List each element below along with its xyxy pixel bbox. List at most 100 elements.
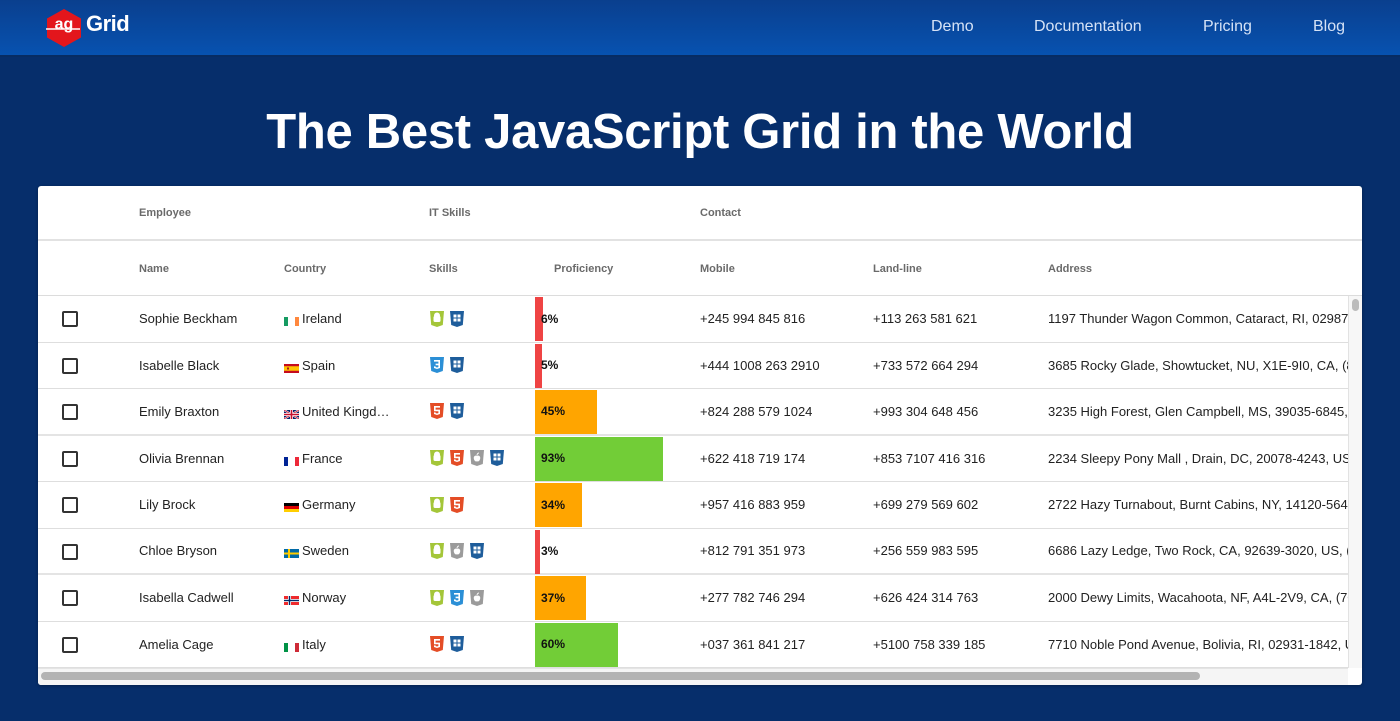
vertical-scrollbar[interactable] xyxy=(1348,296,1362,668)
table-row[interactable]: Amelia Cage Italy 60% +037 361 841 217 +5100… xyxy=(38,621,1348,668)
cell-mobile: +824 288 579 1024 xyxy=(700,403,813,419)
logo-text: Grid xyxy=(86,11,130,36)
row-select-checkbox[interactable] xyxy=(62,636,78,653)
proficiency-value: 93% xyxy=(541,451,566,466)
android-skill-icon xyxy=(429,449,445,467)
column-header-landline[interactable]: Land-line xyxy=(873,243,922,295)
windows-skill-icon xyxy=(469,542,485,560)
nav-link-demo[interactable]: Demo xyxy=(931,18,974,36)
proficiency-value: 45% xyxy=(541,404,566,419)
cell-skills xyxy=(429,436,539,482)
css3-skill-icon xyxy=(429,356,445,374)
cell-country: France xyxy=(284,436,424,482)
cell-name: Sophie Beckham xyxy=(139,311,238,327)
mac-skill-icon xyxy=(469,589,485,607)
cell-mobile: +812 791 351 973 xyxy=(700,543,806,559)
cell-skills xyxy=(429,529,539,574)
nav-link-documentation[interactable]: Documentation xyxy=(1034,18,1142,36)
windows-skill-icon xyxy=(489,449,505,467)
ag-grid-logo[interactable]: ag Grid xyxy=(44,8,130,48)
nav-link-blog[interactable]: Blog xyxy=(1313,18,1345,36)
table-row[interactable]: Isabella Cadwell Norway 37% +277 782 746 29… xyxy=(38,575,1348,622)
data-grid: Employee IT Skills Contact Name Country … xyxy=(38,186,1362,685)
hero-title: The Best JavaScript Grid in the World xyxy=(266,105,1134,159)
cell-address: 1197 Thunder Wagon Common, Cataract, RI,… xyxy=(1048,311,1348,327)
ireland-flag-icon xyxy=(284,314,299,327)
table-row[interactable]: Chloe Bryson Sweden 3% +812 791 351 973 +256… xyxy=(38,528,1348,575)
cell-skills xyxy=(429,296,539,342)
row-select-checkbox[interactable] xyxy=(62,590,78,606)
norway-flag-icon xyxy=(284,593,299,606)
html5-skill-icon xyxy=(429,402,445,420)
mac-skill-icon xyxy=(469,449,485,467)
table-row[interactable]: Olivia Brennan France 93% +622 418 719 174 +… xyxy=(38,435,1348,482)
cell-address: 2722 Hazy Turnabout, Burnt Cabins, NY, 1… xyxy=(1048,497,1348,513)
cell-name: Lily Brock xyxy=(139,497,196,513)
country-label: Ireland xyxy=(302,311,342,327)
table-row[interactable]: Isabelle Black Spain 5% +444 1008 263 2910 +… xyxy=(38,342,1348,389)
android-skill-icon xyxy=(429,542,445,560)
column-header-name[interactable]: Name xyxy=(139,243,169,295)
group-header-it-skills[interactable]: IT Skills xyxy=(429,186,471,239)
svg-text:ag: ag xyxy=(55,16,74,33)
column-header-address[interactable]: Address xyxy=(1048,243,1092,295)
country-label: United Kingd… xyxy=(302,403,390,419)
proficiency-value: 34% xyxy=(541,497,566,512)
country-label: France xyxy=(302,450,343,466)
horizontal-scrollbar[interactable] xyxy=(38,668,1348,685)
cell-landline: +993 304 648 456 xyxy=(873,403,979,419)
row-select-checkbox[interactable] xyxy=(62,450,78,467)
cell-mobile: +277 782 746 294 xyxy=(700,590,806,606)
row-select-checkbox[interactable] xyxy=(62,311,78,327)
column-header-proficiency[interactable]: Proficiency xyxy=(554,243,613,295)
header-group-row: Employee IT Skills Contact xyxy=(38,186,1362,241)
logo-hexagon-icon: ag xyxy=(44,8,84,48)
cell-name: Isabelle Black xyxy=(139,357,220,373)
cell-country: Spain xyxy=(284,343,424,389)
top-navbar: ag Grid Demo Documentation Pricing Blog xyxy=(0,0,1400,57)
row-select-checkbox[interactable] xyxy=(62,543,78,560)
android-skill-icon xyxy=(429,496,445,514)
proficiency-value: 5% xyxy=(541,358,559,373)
cell-mobile: +957 416 883 959 xyxy=(700,497,806,513)
cell-address: 7710 Noble Pond Avenue, Bolivia, RI, 029… xyxy=(1048,636,1348,652)
cell-name: Emily Braxton xyxy=(139,403,220,419)
windows-skill-icon xyxy=(449,356,465,374)
cell-landline: +853 7107 416 316 xyxy=(873,450,986,466)
row-select-checkbox[interactable] xyxy=(62,357,78,374)
table-row[interactable]: Lily Brock Germany 34% +957 416 883 959 +699… xyxy=(38,482,1348,529)
cell-name: Olivia Brennan xyxy=(139,450,225,466)
cell-name: Isabella Cadwell xyxy=(139,590,234,606)
proficiency-value: 6% xyxy=(541,311,559,326)
horizontal-scrollbar-thumb[interactable] xyxy=(41,672,1200,680)
cell-mobile: +622 418 719 174 xyxy=(700,450,806,466)
cell-address: 3685 Rocky Glade, Showtucket, NU, X1E-9I… xyxy=(1048,357,1348,373)
cell-country: Norway xyxy=(284,575,424,621)
table-row[interactable]: Emily Braxton United Kingd… 45% +824 288 57… xyxy=(38,389,1348,436)
column-header-skills[interactable]: Skills xyxy=(429,243,458,295)
row-select-checkbox[interactable] xyxy=(62,404,78,420)
proficiency-value: 37% xyxy=(541,590,566,605)
cell-country: Italy xyxy=(284,622,424,668)
group-header-employee[interactable]: Employee xyxy=(139,186,191,239)
column-header-mobile[interactable]: Mobile xyxy=(700,243,735,295)
cell-skills xyxy=(429,482,539,528)
cell-country: Germany xyxy=(284,482,424,528)
windows-skill-icon xyxy=(449,310,465,328)
cell-country: United Kingd… xyxy=(284,389,424,434)
table-row[interactable]: Sophie Beckham Ireland 6% +245 994 845 816 +… xyxy=(38,296,1348,343)
france-flag-icon xyxy=(284,454,299,466)
cell-landline: +626 424 314 763 xyxy=(873,590,979,606)
group-header-contact[interactable]: Contact xyxy=(700,186,741,239)
cell-landline: +256 559 983 595 xyxy=(873,543,979,559)
row-select-checkbox[interactable] xyxy=(62,497,78,513)
country-label: Italy xyxy=(302,636,326,652)
vertical-scrollbar-thumb[interactable] xyxy=(1352,299,1359,311)
column-header-country[interactable]: Country xyxy=(284,243,326,295)
cell-landline: +733 572 664 294 xyxy=(873,357,979,373)
cell-address: 2000 Dewy Limits, Wacahoota, NF, A4L-2V9… xyxy=(1048,590,1348,606)
proficiency-value: 3% xyxy=(541,543,559,558)
cell-mobile: +444 1008 263 2910 xyxy=(700,357,820,373)
cell-name: Chloe Bryson xyxy=(139,543,218,559)
nav-link-pricing[interactable]: Pricing xyxy=(1203,18,1252,36)
